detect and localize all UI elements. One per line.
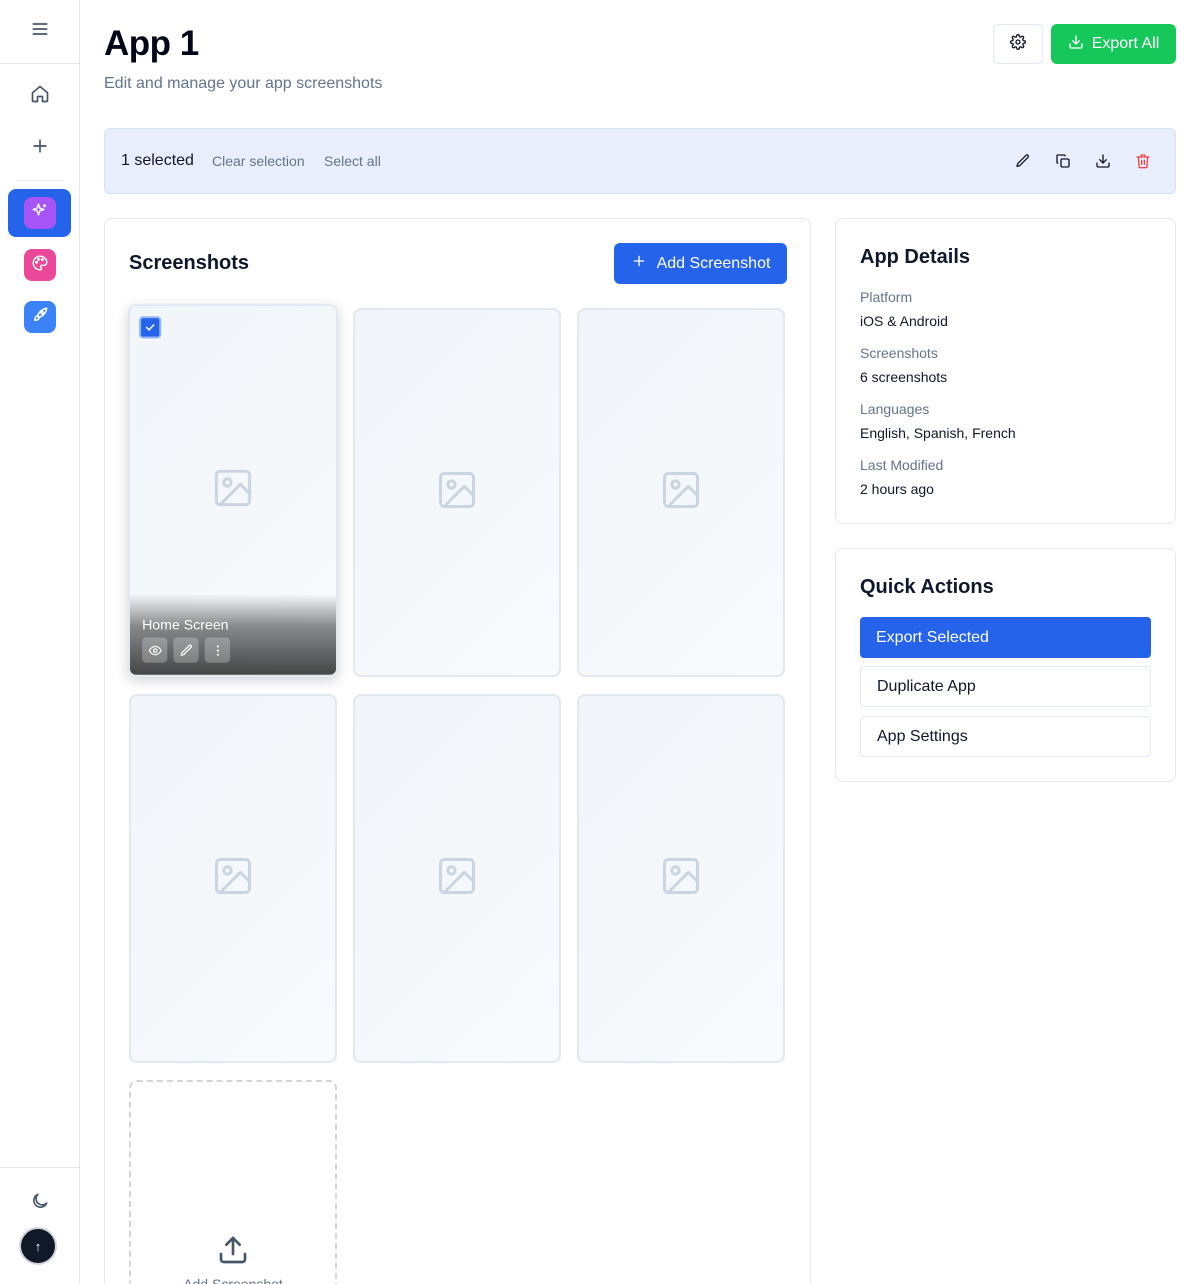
upload-label: Add Screenshot <box>183 1276 283 1284</box>
trash-icon[interactable] <box>1133 151 1153 171</box>
export-all-label: Export All <box>1091 35 1160 52</box>
app-tile <box>23 197 56 229</box>
export-selected-button[interactable]: Export Selected <box>860 617 1151 658</box>
sidebar-footer: ↑ <box>0 1167 79 1284</box>
app-details-card: App Details Platform iOS & Android Scree… <box>835 218 1176 524</box>
upload-icon <box>217 1234 249 1271</box>
sidebar-item-new-app[interactable] <box>8 124 71 172</box>
add-screenshot-button[interactable]: Add Screenshot <box>614 243 787 284</box>
selection-bar: 1 selected Clear selection Select all <box>104 128 1176 194</box>
moon-icon[interactable] <box>30 1191 50 1216</box>
sidebar-app-1[interactable] <box>8 189 71 237</box>
sidebar-item-home[interactable] <box>8 72 71 120</box>
screenshot-card[interactable] <box>353 308 561 677</box>
rocket-icon <box>31 306 49 329</box>
screenshot-card[interactable]: Home Screen <box>127 304 339 677</box>
app-tile <box>23 249 56 281</box>
plus-icon <box>30 136 50 161</box>
settings-button[interactable] <box>993 24 1043 64</box>
detail-label: Screenshots <box>860 345 938 361</box>
screenshots-title: Screenshots <box>129 252 250 274</box>
page-title: App 1 <box>104 24 199 63</box>
home-icon <box>30 84 50 109</box>
sidebar-divider <box>16 180 64 181</box>
selection-count: 1 selected <box>121 152 194 169</box>
image-placeholder-icon <box>211 854 255 903</box>
download-icon[interactable] <box>1093 151 1113 171</box>
screenshot-card[interactable] <box>577 694 785 1063</box>
quick-actions-card: Quick Actions Export Selected Duplicate … <box>835 548 1176 782</box>
screenshot-actions <box>142 637 230 663</box>
detail-label: Last Modified <box>860 457 944 473</box>
image-placeholder-icon <box>659 854 703 903</box>
eye-icon[interactable] <box>142 637 168 663</box>
select-all-link[interactable]: Select all <box>324 153 381 169</box>
image-placeholder-icon <box>211 466 255 515</box>
add-screenshot-label: Add Screenshot <box>656 254 771 272</box>
screenshot-name: Home Screen <box>142 616 229 633</box>
upload-screenshot-tile[interactable]: Add Screenshot <box>129 1080 337 1284</box>
avatar[interactable]: ↑ <box>19 1227 57 1265</box>
menu-icon[interactable] <box>30 19 50 44</box>
sidebar-app-2[interactable] <box>8 241 71 289</box>
page-subtitle: Edit and manage your app screenshots <box>104 75 383 92</box>
copy-icon[interactable] <box>1053 151 1073 171</box>
screenshot-card[interactable] <box>577 308 785 677</box>
sparkles-icon <box>31 202 49 225</box>
screenshot-card[interactable] <box>129 694 337 1063</box>
screenshots-panel: Screenshots Add Screenshot Home Screen A… <box>104 218 811 1284</box>
more-vertical-icon[interactable] <box>204 637 230 663</box>
app-settings-button[interactable]: App Settings <box>860 716 1151 757</box>
clear-selection-link[interactable]: Clear selection <box>212 153 305 169</box>
export-all-button[interactable]: Export All <box>1051 24 1176 64</box>
edit-icon[interactable] <box>1013 151 1033 171</box>
detail-value: English, Spanish, French <box>860 425 1016 441</box>
sidebar-app-3[interactable] <box>8 293 71 341</box>
screenshot-card[interactable] <box>353 694 561 1063</box>
detail-value: 6 screenshots <box>860 369 948 385</box>
image-placeholder-icon <box>435 854 479 903</box>
download-icon <box>1068 34 1084 55</box>
gear-icon <box>1010 33 1026 55</box>
detail-value: 2 hours ago <box>860 481 934 497</box>
image-placeholder-icon <box>659 468 703 517</box>
duplicate-app-button[interactable]: Duplicate App <box>860 666 1151 707</box>
sidebar: ↑ <box>0 0 80 1284</box>
detail-value: iOS & Android <box>860 313 948 329</box>
app-details-title: App Details <box>860 246 971 268</box>
sidebar-header <box>0 0 79 64</box>
detail-label: Languages <box>860 401 930 417</box>
plus-icon <box>631 253 647 274</box>
edit-icon[interactable] <box>173 637 199 663</box>
palette-icon <box>31 254 49 277</box>
quick-actions-title: Quick Actions <box>860 576 994 598</box>
image-placeholder-icon <box>435 468 479 517</box>
app-tile <box>23 301 56 333</box>
select-checkbox[interactable] <box>139 316 162 339</box>
detail-label: Platform <box>860 289 913 305</box>
